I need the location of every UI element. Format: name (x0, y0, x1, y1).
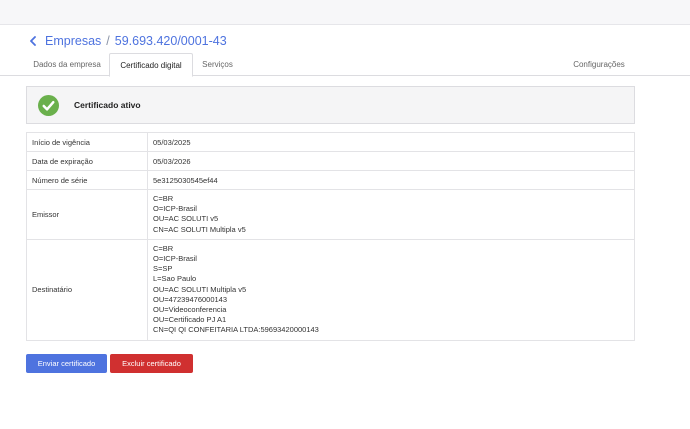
recipient-line: OU=47239476000143 (153, 294, 228, 304)
tab-servicos[interactable]: Serviços (195, 53, 240, 76)
recipient-line: L=Sao Paulo (153, 274, 197, 284)
certificate-details-table: Início de vigência 05/03/2025 Data de ex… (26, 132, 635, 341)
check-circle-icon (38, 94, 59, 116)
breadcrumb-separator: / (106, 34, 110, 48)
breadcrumb-empresas-link[interactable]: Empresas (45, 34, 101, 48)
issuer-line: OU=AC SOLUTI v5 (153, 214, 219, 224)
recipient-value: C=BR O=ICP-Brasil S=SP L=Sao Paulo OU=AC… (147, 238, 635, 341)
table-row: Data de expiração 05/03/2026 (26, 151, 635, 171)
start-date-label: Início de vigência (26, 132, 148, 152)
recipient-line: OU=Videoconferencia (153, 305, 227, 315)
expiry-date-value: 05/03/2026 (147, 151, 635, 171)
recipient-line: CN=QI QI CONFEITARIA LTDA:59693420000143 (153, 325, 319, 335)
start-date-value: 05/03/2025 (147, 132, 635, 152)
recipient-line: OU=AC SOLUTI Multipla v5 (153, 284, 247, 294)
tab-configuracoes[interactable]: Configurações (566, 53, 632, 76)
serial-number-label: Número de série (26, 170, 148, 190)
issuer-value: C=BR O=ICP-Brasil OU=AC SOLUTI v5 CN=AC … (147, 189, 635, 240)
expiry-date-label: Data de expiração (26, 151, 148, 171)
issuer-line: CN=AC SOLUTI Multipla v5 (153, 224, 246, 234)
issuer-label: Emissor (26, 189, 148, 240)
serial-number-value: 5e3125030545ef44 (147, 170, 635, 190)
issuer-line: O=ICP-Brasil (153, 204, 197, 214)
send-certificate-button[interactable]: Enviar certificado (26, 354, 107, 373)
tab-certificado-digital[interactable]: Certificado digital (109, 53, 193, 77)
certificate-status-banner: Certificado ativo (26, 86, 635, 124)
chevron-left-icon[interactable] (27, 34, 39, 48)
tab-dados-da-empresa[interactable]: Dados da empresa (27, 53, 107, 76)
recipient-line: OU=Certificado PJ A1 (153, 315, 227, 325)
tab-bar: Dados da empresa Certificado digital Ser… (0, 53, 690, 77)
table-row: Emissor C=BR O=ICP-Brasil OU=AC SOLUTI v… (26, 189, 635, 240)
table-row: Destinatário C=BR O=ICP-Brasil S=SP L=Sa… (26, 238, 635, 341)
table-row: Início de vigência 05/03/2025 (26, 132, 635, 152)
recipient-label: Destinatário (26, 238, 148, 341)
breadcrumb: Empresas / 59.693.420/0001-43 (27, 32, 227, 50)
breadcrumb-current: 59.693.420/0001-43 (114, 34, 227, 48)
issuer-line: C=BR (153, 194, 174, 203)
status-text: Certificado ativo (74, 100, 141, 110)
delete-certificate-button[interactable]: Excluir certificado (110, 354, 193, 373)
recipient-line: C=BR (153, 243, 174, 253)
recipient-line: O=ICP-Brasil (153, 254, 197, 264)
table-row: Número de série 5e3125030545ef44 (26, 170, 635, 190)
recipient-line: S=SP (153, 264, 173, 274)
top-bar (0, 0, 690, 25)
